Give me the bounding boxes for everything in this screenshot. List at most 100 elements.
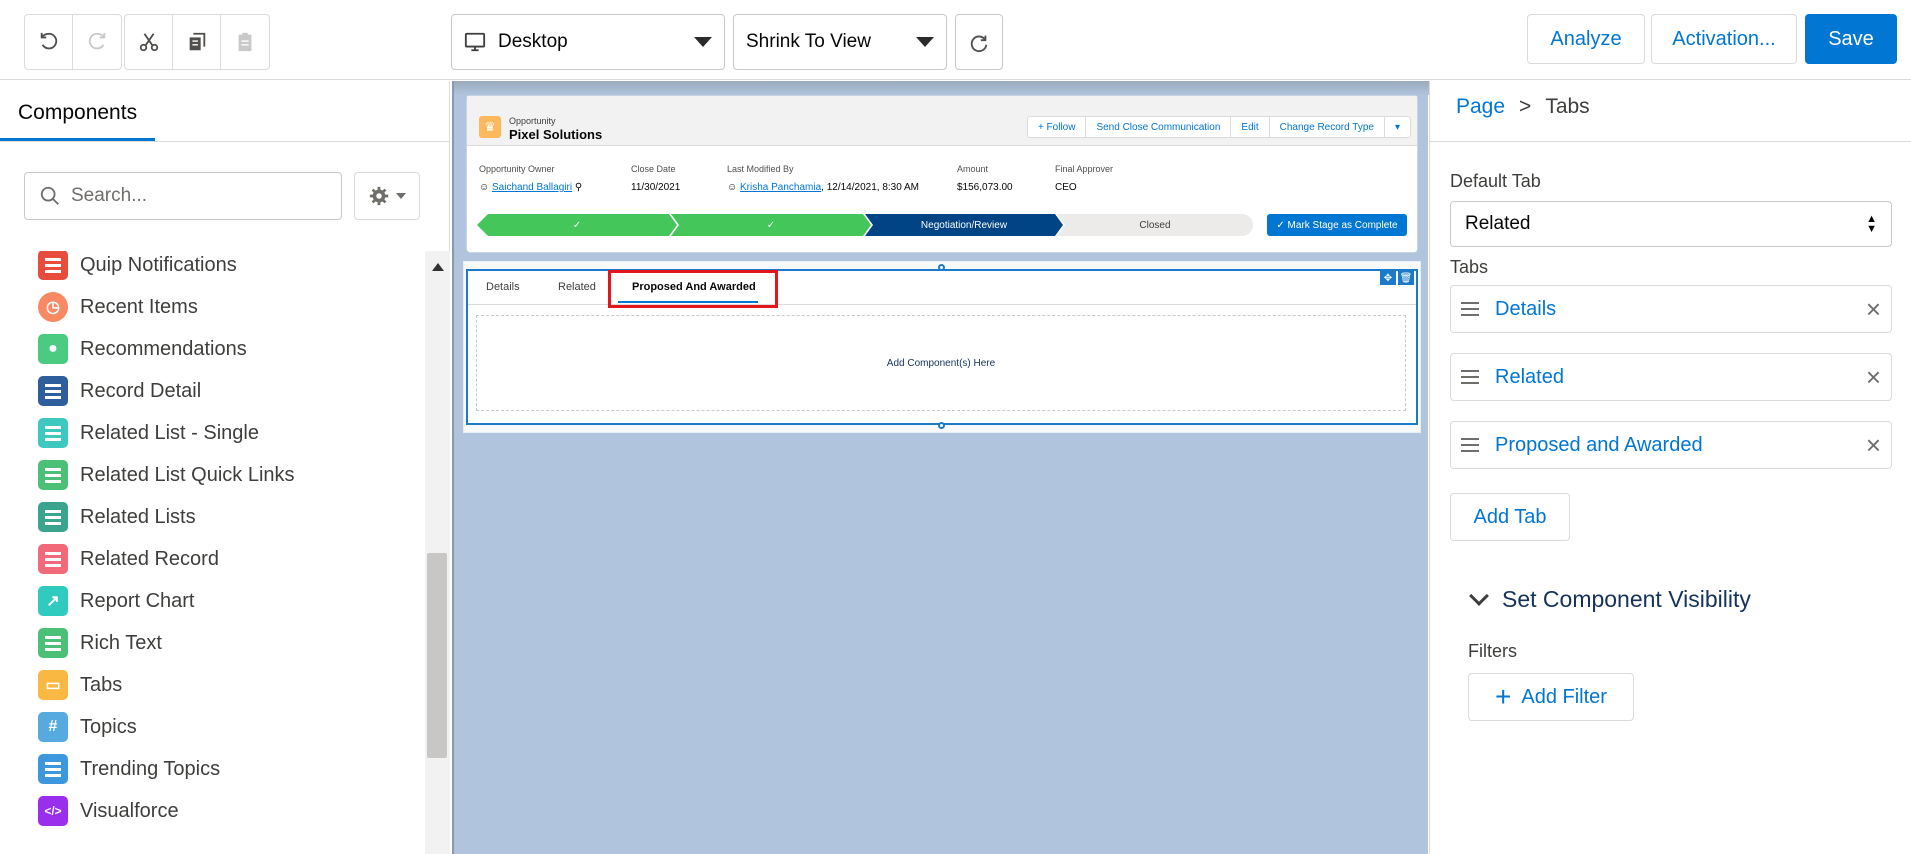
tab-item-label[interactable]: Details <box>1495 298 1556 321</box>
settings-menu-button[interactable] <box>354 172 420 220</box>
save-button[interactable]: Save <box>1805 14 1897 64</box>
mark-stage-complete-button[interactable]: ✓ Mark Stage as Complete <box>1267 214 1407 236</box>
related-list-icon <box>38 418 68 448</box>
desktop-icon <box>464 32 486 52</box>
refresh-button[interactable] <box>955 14 1003 70</box>
component-item[interactable]: ◷ Recent Items <box>38 286 198 328</box>
component-item[interactable]: Related List - Single <box>38 412 259 454</box>
redo-button[interactable] <box>73 15 121 69</box>
filters-label: Filters <box>1468 641 1517 661</box>
record-highlights-panel[interactable]: ♛ Opportunity Pixel Solutions + Follow S… <box>466 95 1418 253</box>
component-item[interactable]: Record Detail <box>38 370 201 412</box>
tab-list-item[interactable]: Proposed and Awarded × <box>1450 421 1892 469</box>
component-item[interactable]: # Topics <box>38 706 137 748</box>
close-icon[interactable]: × <box>1866 432 1881 458</box>
search-input[interactable]: Search... <box>24 172 342 220</box>
field-value: $156,073.00 <box>957 182 1013 193</box>
modified-date: , 12/14/2021, 8:30 AM <box>821 182 920 193</box>
path-step-complete[interactable]: ✓ <box>671 214 871 236</box>
component-item[interactable]: Quip Notifications <box>38 251 237 286</box>
copy-button[interactable] <box>173 15 221 69</box>
field-label: Close Date <box>631 164 676 174</box>
drag-handle-icon[interactable] <box>1461 308 1479 310</box>
related-record-icon <box>38 544 68 574</box>
component-item[interactable]: Trending Topics <box>38 748 220 790</box>
change-owner-icon[interactable]: ⚲ <box>572 182 582 193</box>
breadcrumb-current: Tabs <box>1545 95 1590 118</box>
undo-button[interactable] <box>25 15 73 69</box>
quip-icon <box>38 251 68 280</box>
cut-button[interactable] <box>125 15 173 69</box>
tab-list-item[interactable]: Details × <box>1450 285 1892 333</box>
default-tab-value: Related <box>1465 213 1531 234</box>
activation-button[interactable]: Activation... <box>1651 14 1797 64</box>
code-icon: </> <box>38 796 68 826</box>
visibility-section-header[interactable]: Set Component Visibility <box>1468 585 1751 613</box>
copy-icon <box>189 32 205 51</box>
field-opportunity-owner: Opportunity Owner ☺ Saichand Ballagiri ⚲ <box>479 164 582 193</box>
component-item[interactable]: Related List Quick Links <box>38 454 295 496</box>
drag-handle-icon[interactable] <box>1461 376 1479 378</box>
more-actions-chevron-icon[interactable]: ▾ <box>1385 117 1410 137</box>
owner-link[interactable]: Saichand Ballagiri <box>492 182 572 193</box>
analyze-button[interactable]: Analyze <box>1527 14 1645 64</box>
drag-handle-icon[interactable] <box>1461 444 1479 446</box>
breadcrumb-separator: > <box>1519 95 1532 118</box>
tab-item-label[interactable]: Proposed and Awarded <box>1495 434 1703 457</box>
default-tab-label: Default Tab <box>1450 171 1541 191</box>
component-item[interactable]: ↗ Report Chart <box>38 580 195 622</box>
lightbulb-icon: ● <box>38 334 68 364</box>
close-icon[interactable]: × <box>1866 364 1881 390</box>
add-filter-button[interactable]: + Add Filter <box>1468 673 1634 721</box>
component-list: Quip Notifications ◷ Recent Items ● Recomm… <box>0 251 425 854</box>
panel-divider <box>1430 141 1911 142</box>
path-step-closed[interactable]: Closed <box>1057 214 1253 236</box>
chevron-down-icon <box>694 37 712 47</box>
record-detail-icon <box>38 376 68 406</box>
component-drop-zone[interactable]: Add Component(s) Here <box>476 315 1406 411</box>
path-step-current[interactable]: Negotiation/Review <box>865 214 1063 236</box>
clock-icon: ◷ <box>38 292 68 322</box>
component-item[interactable]: Rich Text <box>38 622 162 664</box>
field-label: Amount <box>957 164 989 174</box>
tab-item-label[interactable]: Related <box>1495 366 1564 389</box>
path-step-complete[interactable]: ✓ <box>477 214 677 236</box>
tabs-label: Tabs <box>1450 257 1489 277</box>
canvas-header-band <box>454 81 1430 95</box>
scroll-up-icon[interactable] <box>432 263 444 271</box>
paste-button[interactable] <box>221 15 269 69</box>
highlight-box <box>608 270 778 308</box>
default-tab-select[interactable]: Related ▲ ▼ <box>1450 201 1892 247</box>
zoom-select[interactable]: Shrink To View <box>733 14 947 70</box>
component-label: Related Lists <box>80 505 196 528</box>
component-item[interactable]: </> Visualforce <box>38 790 179 832</box>
modified-by-link[interactable]: Krisha Panchamia <box>740 182 821 193</box>
edit-button[interactable]: Edit <box>1231 117 1270 137</box>
send-close-communication-button[interactable]: Send Close Communication <box>1086 117 1232 137</box>
breadcrumb-page-link[interactable]: Page <box>1456 95 1505 119</box>
tab-details[interactable]: Details <box>486 281 520 293</box>
change-record-type-button[interactable]: Change Record Type <box>1270 117 1385 137</box>
tabs-component[interactable]: ✥ 🗑 Details Related Proposed And Awarded… <box>466 269 1418 425</box>
field-label: Final Approver <box>1055 164 1114 174</box>
device-select[interactable]: Desktop <box>451 14 725 70</box>
follow-button[interactable]: + Follow <box>1028 117 1087 137</box>
component-item[interactable]: ▭ Tabs <box>38 664 122 706</box>
panel-divider <box>0 141 450 142</box>
add-tab-button[interactable]: Add Tab <box>1450 493 1570 541</box>
component-item[interactable]: Related Lists <box>38 496 196 538</box>
component-item[interactable]: ● Recommendations <box>38 328 247 370</box>
resize-handle-bottom[interactable] <box>938 422 945 429</box>
builder-toolbar: Desktop Shrink To View Analyze Activatio… <box>0 0 1911 80</box>
component-label: Recommendations <box>80 337 247 360</box>
undo-icon <box>40 32 57 50</box>
tab-components[interactable]: Components <box>0 81 155 141</box>
tab-list-item[interactable]: Related × <box>1450 353 1892 401</box>
scrollbar-thumb[interactable] <box>427 553 447 758</box>
tab-related[interactable]: Related <box>558 281 596 293</box>
visibility-title: Set Component Visibility <box>1502 586 1751 612</box>
component-label: Topics <box>80 715 137 738</box>
canvas-tab-bar: Details Related Proposed And Awarded <box>468 270 1416 308</box>
component-item[interactable]: Related Record <box>38 538 219 580</box>
close-icon[interactable]: × <box>1866 296 1881 322</box>
